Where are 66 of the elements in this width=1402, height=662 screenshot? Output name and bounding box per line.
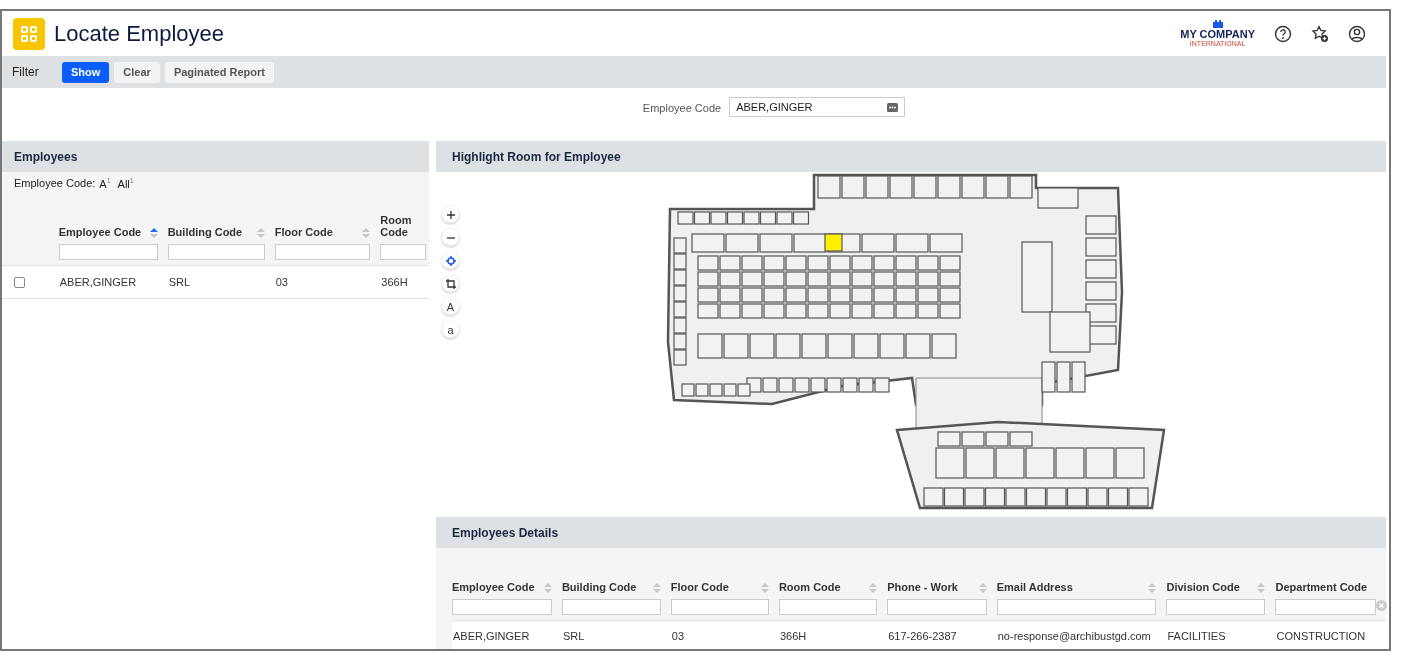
table-cell: ABER,GINGER — [59, 276, 137, 288]
column-header[interactable]: Floor Code — [670, 581, 729, 593]
column-header[interactable]: Email Address — [996, 581, 1073, 593]
column-filter-field[interactable] — [670, 599, 769, 615]
column-header[interactable]: Employee Code — [452, 581, 535, 593]
column-header[interactable]: Employee Code — [58, 226, 142, 238]
column-filter-field[interactable] — [778, 599, 878, 615]
column-header[interactable]: Building Code — [167, 226, 243, 238]
panel-title: Employees Details — [436, 517, 1386, 548]
filter-label: Filter — [12, 65, 40, 79]
table-cell: 366H — [381, 276, 408, 288]
map-tool-button[interactable]: a — [442, 321, 459, 338]
column-header[interactable]: Room Code — [380, 214, 426, 238]
panel-title: Highlight Room for Employee — [436, 141, 1386, 172]
crop-icon — [445, 278, 456, 289]
panel-title: Employees — [2, 141, 429, 172]
table-cell: 617-266-2387 — [888, 630, 957, 642]
table-cell: SRL — [168, 276, 191, 288]
map-tool-button[interactable] — [442, 206, 459, 223]
star-plus-icon[interactable] — [1311, 24, 1329, 43]
filter-button[interactable]: Clear — [114, 61, 160, 83]
index-link[interactable]: All$^{1}$ — [117, 176, 134, 190]
row-checkbox[interactable] — [14, 276, 25, 288]
sort-icon[interactable] — [149, 228, 158, 238]
column-filter-field[interactable] — [380, 244, 426, 260]
column-header[interactable]: Division Code — [1166, 581, 1240, 593]
user-icon[interactable] — [1348, 24, 1366, 43]
help-icon[interactable] — [1274, 24, 1292, 43]
crosshair-icon — [445, 255, 456, 266]
map-tool-button[interactable]: A — [442, 298, 459, 315]
table-cell: 03 — [275, 276, 288, 288]
column-header[interactable]: Room Code — [778, 581, 841, 593]
map-tool-button[interactable] — [442, 229, 459, 246]
page-title: Locate Employee — [54, 20, 224, 47]
column-filter-field[interactable] — [452, 599, 552, 615]
table-cell: FACILITIES — [1167, 630, 1226, 642]
table-cell: ABER,GINGER — [453, 630, 530, 642]
column-filter-field[interactable] — [58, 244, 158, 260]
table-cell: no-response@archibustgd.com — [997, 630, 1151, 642]
column-filter-field[interactable] — [274, 244, 371, 260]
select-value-icon[interactable] — [887, 102, 899, 112]
table-cell: CONSTRUCTION — [1276, 630, 1366, 642]
column-header[interactable]: Department Code — [1275, 581, 1368, 593]
filter-button[interactable]: Paginated Report — [164, 61, 274, 83]
map-tool-button[interactable] — [442, 275, 459, 292]
column-header[interactable]: Floor Code — [274, 226, 333, 238]
clear-icon[interactable] — [1376, 600, 1387, 611]
zoom-in-icon — [445, 209, 456, 220]
table-cell: 03 — [671, 630, 685, 642]
index-label: Employee Code: — [14, 177, 96, 189]
field-label: Employee Code — [642, 102, 722, 114]
filter-button[interactable]: Show — [62, 61, 110, 83]
column-header[interactable]: Phone - Work — [887, 581, 958, 593]
column-header[interactable]: Building Code — [561, 581, 637, 593]
column-filter-field[interactable] — [167, 244, 265, 260]
column-filter-field[interactable] — [996, 599, 1157, 615]
column-filter-field[interactable] — [561, 599, 661, 615]
employee-code-field[interactable]: ABER,GINGER — [729, 97, 906, 117]
table-cell: SRL — [562, 630, 585, 642]
index-link[interactable]: A$^{1}$ — [99, 176, 111, 190]
column-filter-field[interactable] — [1166, 599, 1266, 615]
table-cell: 366H — [779, 630, 807, 642]
app-icon — [13, 17, 45, 50]
map-tool-button[interactable] — [442, 252, 459, 269]
column-filter-field[interactable] — [887, 599, 987, 615]
column-filter-field[interactable] — [1275, 599, 1376, 615]
